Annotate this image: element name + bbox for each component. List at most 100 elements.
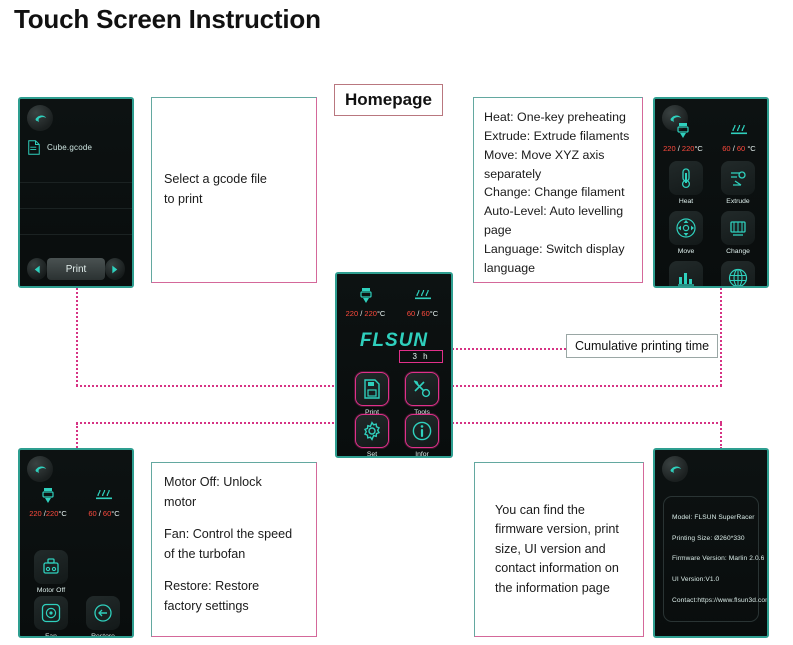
nozzle-temp-value: 220 / 220°C — [345, 309, 386, 318]
note-line: Move: Move XYZ axis — [484, 147, 605, 162]
thermometer-icon — [669, 161, 703, 195]
bed-heat-icon — [95, 486, 113, 506]
fan-icon — [34, 596, 68, 630]
information-screen[interactable]: Model: FLSUN SuperRacer Printing Size: Ø… — [653, 448, 769, 638]
note-info-help: You can find the firmware version, print… — [474, 462, 644, 637]
tile-label: Fan — [45, 633, 57, 638]
info-line-ui-version: UI Version:V1.0 — [672, 576, 720, 584]
connector-tools-horizontal — [452, 385, 722, 387]
back-arrow-icon[interactable] — [27, 456, 53, 482]
cumulative-time-label: Cumulative printing time — [566, 334, 719, 358]
extrude-icon — [721, 161, 755, 195]
tile-motor-off[interactable]: Motor Off — [34, 550, 68, 594]
tile-label: Set — [366, 451, 378, 458]
tile-change[interactable]: Change — [721, 211, 755, 255]
note-info-help-text: You can find the firmware version, print… — [495, 502, 619, 595]
tile-label: Change — [726, 248, 750, 255]
homepage-screen[interactable]: 220 / 220°C 60 / 60°C FLSUN 3 h Print To… — [335, 272, 453, 458]
tile-extrude[interactable]: Extrude — [721, 161, 755, 205]
motor-off-icon — [34, 550, 68, 584]
note-line: Auto-Level: Auto levelling — [484, 204, 624, 219]
nozzle-icon — [359, 286, 373, 306]
note-select-file: Select a gcode file to print — [151, 97, 317, 283]
tile-label: Move — [677, 248, 695, 255]
tile-tools[interactable]: Tools — [405, 372, 439, 416]
nozzle-temp-value: 220 / 220°C — [663, 144, 703, 153]
connector-print-horizontal — [76, 385, 338, 387]
flsun-logo: FLSUN — [359, 330, 429, 351]
note-line: Heat: One-key preheating — [484, 110, 626, 124]
note-line: Language: Switch display — [484, 241, 625, 256]
note-line: Extrude: Extrude filaments — [484, 128, 630, 143]
page-title: Touch Screen Instruction — [14, 4, 321, 34]
tile-label: Restore — [91, 633, 115, 638]
restore-icon — [86, 596, 120, 630]
tools-screen[interactable]: 220 / 220°C 60 / 60 °C Heat Extrude Move… — [653, 97, 769, 288]
tile-move[interactable]: Move — [669, 211, 703, 255]
tile-print[interactable]: Print — [355, 372, 389, 416]
list-item[interactable] — [20, 209, 132, 235]
temperature-row: 220 / 220°C 60 / 60°C — [337, 286, 451, 318]
instruction-poster: Touch Screen Instruction Homepage Cumula… — [0, 0, 793, 645]
bed-temperature: 60 / 60°C — [76, 486, 132, 518]
connector-print-vertical — [76, 288, 78, 386]
info-line-printing-size: Printing Size: Ø260*330 — [672, 534, 745, 542]
connector-set-vertical — [76, 423, 78, 448]
file-name: Cube.gcode — [47, 143, 93, 152]
bed-temp-value: 60 / 60°C — [88, 509, 120, 518]
note-select-file-text: Select a gcode file to print — [164, 172, 267, 206]
note-line: Restore: Restore factory settings — [164, 579, 260, 613]
list-item[interactable] — [20, 183, 132, 209]
auto-level-icon — [669, 261, 703, 286]
info-line-contact: Contact:https://www.flsun3d.com — [672, 597, 769, 605]
temperature-row: 220 /220°C 60 / 60°C — [20, 486, 132, 518]
info-icon — [405, 414, 439, 448]
file-browser-footer: Print — [20, 252, 132, 286]
tile-restore[interactable]: Restore — [86, 596, 120, 638]
homepage-label: Homepage — [334, 84, 443, 116]
tile-set[interactable]: Set — [355, 414, 389, 458]
tile-label: Heat — [678, 198, 694, 205]
connector-set-horizontal — [76, 422, 338, 424]
left-arrow-icon[interactable] — [27, 258, 48, 280]
tile-label: Motor Off — [36, 587, 66, 594]
tile-language[interactable]: Language — [721, 261, 755, 286]
right-arrow-icon[interactable] — [104, 258, 126, 280]
gcode-file-icon — [28, 140, 40, 155]
note-line: language — [484, 260, 535, 275]
nozzle-icon — [41, 486, 55, 506]
connector-infor-vertical — [720, 421, 722, 449]
bed-heat-icon — [414, 286, 432, 306]
note-line: page — [484, 223, 512, 238]
tile-heat[interactable]: Heat — [669, 161, 703, 205]
note-line: Fan: Control the speed of the turbofan — [164, 527, 293, 561]
info-line-firmware: Firmware Version: Marlin 2.0.6 — [672, 555, 765, 563]
bed-heat-icon — [730, 121, 748, 141]
settings-screen[interactable]: 220 /220°C 60 / 60°C Motor Off Fan Resto… — [18, 448, 134, 638]
note-line: Change: Change filament — [484, 185, 625, 200]
bed-temp-value: 60 / 60 °C — [722, 144, 756, 153]
tile-infor[interactable]: Infor — [405, 414, 439, 458]
move-dpad-icon — [669, 211, 703, 245]
print-button[interactable]: Print — [47, 258, 105, 280]
nozzle-temperature: 220 / 220°C — [655, 121, 711, 153]
tile-fan[interactable]: Fan — [34, 596, 68, 638]
cumulative-time-value: 3 h — [399, 350, 443, 363]
back-arrow-icon[interactable] — [662, 456, 688, 482]
bed-temperature: 60 / 60 °C — [711, 121, 767, 153]
file-browser-screen[interactable]: Cube.gcode Print — [18, 97, 134, 288]
back-arrow-icon[interactable] — [27, 105, 53, 131]
list-item[interactable]: Cube.gcode — [28, 140, 92, 155]
gear-icon — [355, 414, 389, 448]
print-sd-icon — [355, 372, 389, 406]
note-line: Motor Off: Unlock motor — [164, 475, 262, 509]
tile-label: Infor — [415, 451, 429, 458]
note-line: separately — [484, 166, 542, 181]
connector-infor-horizontal — [452, 422, 722, 424]
nozzle-temperature: 220 /220°C — [20, 486, 76, 518]
info-line-model: Model: FLSUN SuperRacer — [672, 513, 755, 521]
connector-tools-vertical — [720, 288, 722, 386]
tile-auto-level[interactable]: Auto-Level — [669, 261, 703, 286]
list-item[interactable] — [20, 157, 132, 183]
filament-spool-icon — [721, 211, 755, 245]
